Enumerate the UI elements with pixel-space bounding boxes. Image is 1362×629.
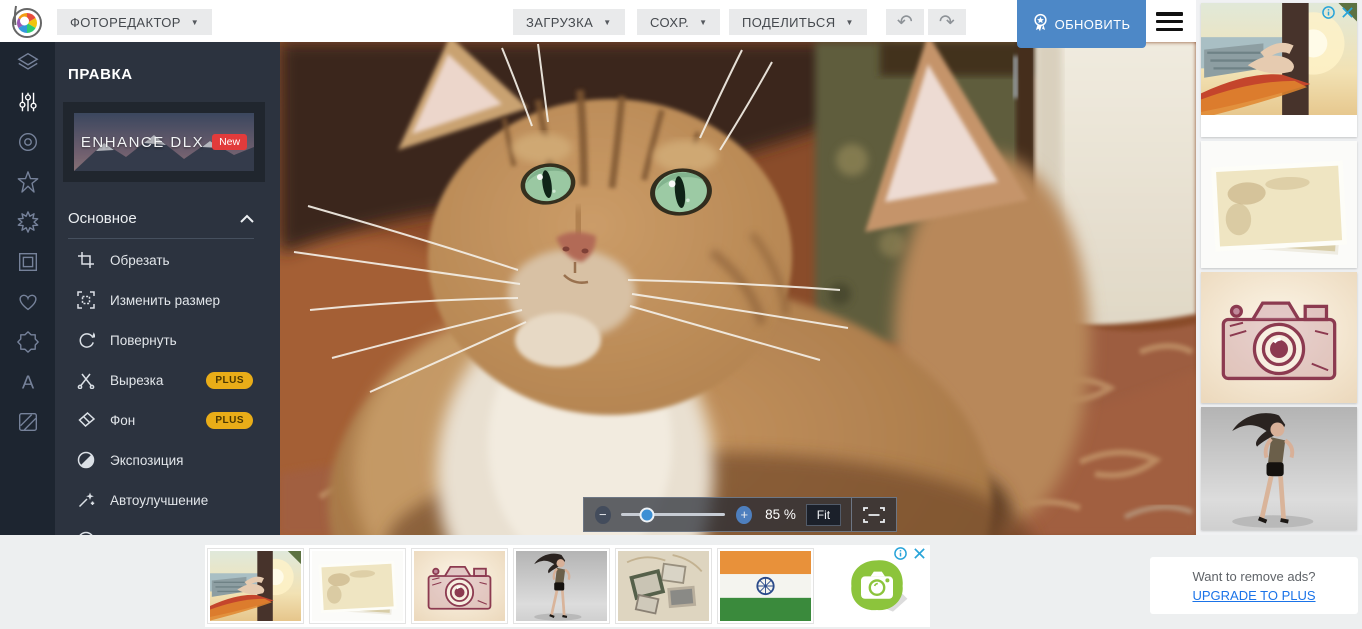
panel-title: ПРАВКА [68,66,133,83]
section-divider [68,238,254,239]
editor-menu-label: ФОТОРЕДАКТОР [70,14,181,30]
menu-item-resize[interactable]: Изменить размер [55,280,280,320]
zoom-slider[interactable] [620,507,726,522]
frame-icon[interactable] [0,242,55,282]
fit-screen-icon[interactable] [852,506,896,523]
remove-ads-question: Want to remove ads? [1192,568,1316,584]
redo-button[interactable]: ↷ [928,9,966,35]
plus-badge: PLUS [206,411,253,429]
zoom-slider-knob[interactable] [639,507,655,522]
upgrade-button[interactable]: ОБНОВИТЬ [1017,0,1146,48]
menu-item-auto-enhance[interactable]: Автоулучшение [55,480,280,520]
share-label: ПОДЕЛИТЬСЯ [742,14,836,30]
upgrade-to-plus-link[interactable]: UPGRADE TO PLUS [1192,588,1315,603]
section-title: Основное [68,210,137,227]
zoom-bar: − + 85 % Fit [583,497,897,532]
ad-card-sunset[interactable] [1201,3,1357,137]
cutout-icon [77,371,95,389]
menu-item-cutout[interactable]: Вырезка PLUS [55,360,280,400]
ad-card-camera-sketch[interactable] [1201,272,1357,403]
resize-icon [77,291,95,309]
ad-logo-camera[interactable] [837,550,917,622]
exposure-icon [77,451,95,469]
save-label: СОХР. [650,14,690,30]
banner-title: ENHANCE DLX [80,133,205,151]
auto-enhance-icon [77,491,95,509]
rotate-icon [77,331,95,349]
caret-down-icon: ▼ [845,17,854,27]
ad-card-vintage-frames[interactable] [1201,141,1357,268]
svg-text:A: A [21,371,34,392]
menu-item-crop[interactable]: Обрезать [55,240,280,280]
background-icon [77,411,95,429]
medal-icon [1033,13,1047,32]
caret-down-icon: ▼ [603,17,612,27]
redo-icon: ↷ [938,11,956,33]
ad-info-icon[interactable] [1322,6,1335,19]
caret-down-icon: ▼ [699,17,708,27]
ad-thumb-model[interactable] [513,548,610,624]
ad-thumb-photo-collage[interactable] [615,548,712,624]
undo-icon: ↶ [896,11,914,33]
top-bar: ФОТОРЕДАКТОР ▼ ЗАГРУЗКА ▼ СОХР. ▼ ПОДЕЛИ… [0,0,1196,48]
adjustments-icon[interactable] [0,82,55,122]
upload-label: ЗАГРУЗКА [526,14,594,30]
sticker-icon[interactable] [0,322,55,362]
fit-button[interactable]: Fit [805,503,842,526]
caret-down-icon: ▼ [190,17,200,27]
basic-tools-menu: Обрезать Изменить размер Повернуть Вырез… [55,240,280,535]
text-icon[interactable]: A [0,362,55,402]
menu-item-partial[interactable] [55,520,280,535]
ad-close-icon[interactable] [1341,6,1354,19]
ad-thumb-camera-sketch[interactable] [411,548,508,624]
section-basic-header[interactable]: Основное [68,210,254,227]
ad-thumb-vintage-frames[interactable] [309,548,406,624]
share-button[interactable]: ПОДЕЛИТЬСЯ ▼ [729,9,867,35]
enhance-dlx-banner[interactable]: ENHANCE DLX New [63,102,265,182]
edit-panel: ПРАВКА ENHANCE DLX New Основное Обрезать… [55,42,280,535]
star-icon[interactable] [0,162,55,202]
zoom-in-button[interactable]: + [736,505,753,524]
cat-photo [280,42,1196,535]
editor-menu-button[interactable]: ФОТОРЕДАКТОР ▼ [57,9,213,35]
zoom-out-button[interactable]: − [595,505,611,524]
plus-badge: PLUS [206,371,253,389]
new-badge: New [212,134,248,150]
photo-editor-app: ФОТОРЕДАКТОР ▼ ЗАГРУЗКА ▼ СОХР. ▼ ПОДЕЛИ… [0,0,1362,629]
upload-button[interactable]: ЗАГРУЗКА ▼ [513,9,625,35]
eye-icon[interactable] [0,122,55,162]
remove-ads-box: Want to remove ads? UPGRADE TO PLUS [1150,557,1358,614]
overlay-icon[interactable] [0,402,55,442]
ad-thumb-sunset[interactable] [207,548,304,624]
heart-icon[interactable] [0,282,55,322]
ad-close-icon[interactable] [913,547,926,560]
menu-item-exposure[interactable]: Экспозиция [55,440,280,480]
tool-rail: A [0,42,55,535]
menu-item-rotate[interactable]: Повернуть [55,320,280,360]
app-logo [8,3,44,39]
ad-thumb-india-flag[interactable] [717,548,814,624]
undo-button[interactable]: ↶ [886,9,924,35]
effects-icon[interactable] [0,202,55,242]
chevron-up-icon [240,214,254,223]
ad-card-model[interactable] [1201,407,1357,530]
zoom-percent: 85 % [765,507,796,522]
canvas-stage[interactable]: − + 85 % Fit [280,42,1196,535]
crop-icon [77,251,95,269]
save-button[interactable]: СОХР. ▼ [637,9,721,35]
menu-item-background[interactable]: Фон PLUS [55,400,280,440]
upgrade-label: ОБНОВИТЬ [1054,16,1131,32]
bottom-ad-strip: Want to remove ads? UPGRADE TO PLUS [0,535,1362,629]
layers-icon[interactable] [0,42,55,82]
bottom-ad-area [205,545,930,627]
ad-info-icon[interactable] [894,547,907,560]
menu-hamburger-button[interactable] [1156,12,1183,31]
